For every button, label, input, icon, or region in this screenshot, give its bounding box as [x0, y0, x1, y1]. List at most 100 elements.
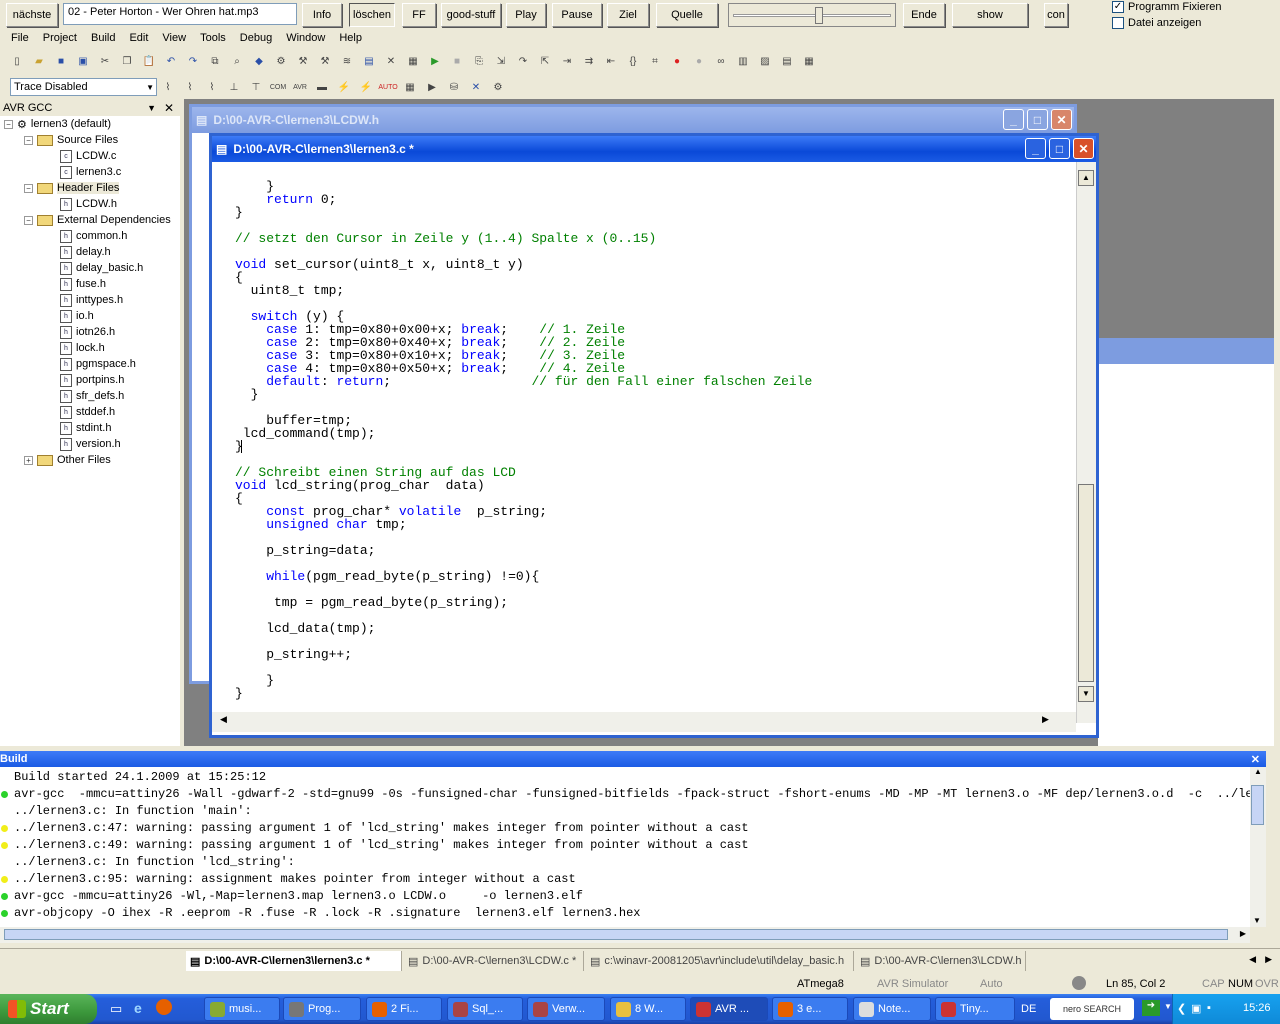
- network-icon[interactable]: ▣: [1191, 1002, 1201, 1015]
- scroll-up-icon[interactable]: ▲: [1078, 170, 1094, 186]
- con-button[interactable]: con: [1044, 3, 1068, 27]
- close-button[interactable]: ✕: [1073, 138, 1094, 159]
- scroll-right-icon[interactable]: ▶: [1042, 714, 1056, 728]
- source-button[interactable]: Quelle: [656, 3, 718, 27]
- run-icon[interactable]: ▶: [427, 53, 443, 69]
- avr-icon[interactable]: AVR: [292, 79, 308, 95]
- scroll-right-icon[interactable]: ▶: [1240, 929, 1246, 938]
- save-icon[interactable]: ■: [53, 53, 69, 69]
- scroll-up-icon[interactable]: ▲: [1250, 767, 1266, 776]
- register-icon[interactable]: ▨: [757, 53, 773, 69]
- tabs-left-icon[interactable]: ◀: [1249, 954, 1256, 965]
- tree-file[interactable]: h delay.h: [60, 244, 111, 260]
- tree-file[interactable]: h stddef.h: [60, 404, 115, 420]
- show-desktop-icon[interactable]: ▭: [110, 1001, 122, 1017]
- menu-build[interactable]: Build: [84, 32, 122, 44]
- scrollbar-thumb[interactable]: [1078, 484, 1094, 682]
- tree-source-files[interactable]: − Source Files: [24, 132, 118, 148]
- scrollbar-thumb[interactable]: [1251, 785, 1264, 825]
- find-icon[interactable]: ⌕: [229, 53, 245, 69]
- tree-ext-deps[interactable]: − External Dependencies: [24, 212, 171, 228]
- play-button[interactable]: Play: [506, 3, 546, 27]
- paste-icon[interactable]: 📋: [141, 53, 157, 69]
- start-button[interactable]: Start: [0, 994, 97, 1024]
- menu-window[interactable]: Window: [279, 32, 332, 44]
- horizontal-scrollbar[interactable]: ◀ ▶: [212, 712, 1076, 732]
- trace-icon-4[interactable]: ⊥: [226, 79, 242, 95]
- tree-file[interactable]: c lernen3.c: [60, 164, 121, 180]
- close-icon[interactable]: ✕: [164, 101, 174, 115]
- vertical-scrollbar[interactable]: ▲ ▼: [1076, 162, 1096, 723]
- windows-icon[interactable]: ⧉: [207, 53, 223, 69]
- pause-button[interactable]: Pause: [552, 3, 602, 27]
- taskbar-item[interactable]: 3 e...: [772, 997, 848, 1021]
- tool2-icon[interactable]: ⚡: [358, 79, 374, 95]
- close-button[interactable]: ✕: [1051, 109, 1072, 130]
- step-out-icon[interactable]: ⇱: [537, 53, 553, 69]
- taskbar-item[interactable]: musi...: [204, 997, 280, 1021]
- code-area[interactable]: } return 0;} // setzt den Cursor in Zeile…: [235, 180, 812, 700]
- tree-file[interactable]: h lock.h: [60, 340, 105, 356]
- tree-file[interactable]: h sfr_defs.h: [60, 388, 124, 404]
- cut-icon[interactable]: ✂: [97, 53, 113, 69]
- trace-icon-1[interactable]: ⌇: [160, 79, 176, 95]
- show-next-icon[interactable]: ⇤: [603, 53, 619, 69]
- nero-search-box[interactable]: nero SEARCH: [1050, 998, 1134, 1020]
- language-indicator[interactable]: DE: [1021, 1003, 1036, 1015]
- clear-breakpoints-icon[interactable]: ●: [691, 53, 707, 69]
- copy-icon[interactable]: ❐: [119, 53, 135, 69]
- step-into-icon[interactable]: ⇲: [493, 53, 509, 69]
- com-icon[interactable]: COM: [270, 79, 286, 95]
- tree-file[interactable]: h LCDW.h: [60, 196, 117, 212]
- watch-icon[interactable]: ▥: [735, 53, 751, 69]
- tool-icon[interactable]: ⚡: [336, 79, 352, 95]
- scroll-left-icon[interactable]: ◀: [220, 714, 234, 728]
- auto-icon[interactable]: AUTO: [378, 79, 397, 95]
- tab-delay-basic-h[interactable]: ▤ c:\winavr-20081205\avr\include\util\del…: [586, 951, 854, 971]
- tree-file[interactable]: h inttypes.h: [60, 292, 123, 308]
- open-icon[interactable]: ▰: [31, 53, 47, 69]
- taskbar-item[interactable]: AVR ...: [690, 997, 768, 1021]
- scroll-down-icon[interactable]: ▼: [1078, 686, 1094, 702]
- tree-file[interactable]: h stdint.h: [60, 420, 111, 436]
- tree-file[interactable]: h pgmspace.h: [60, 356, 136, 372]
- menu-help[interactable]: Help: [332, 32, 369, 44]
- step-over-icon[interactable]: ↷: [515, 53, 531, 69]
- taskbar-item[interactable]: 8 W...: [610, 997, 686, 1021]
- new-file-icon[interactable]: ▯: [9, 53, 25, 69]
- slider-thumb[interactable]: [815, 7, 823, 24]
- rebuild-icon[interactable]: ⚒: [317, 53, 333, 69]
- collapse-icon[interactable]: −: [24, 135, 33, 145]
- ie-icon[interactable]: e: [134, 1000, 142, 1016]
- taskbar-item[interactable]: Verw...: [527, 997, 605, 1021]
- tree-project[interactable]: − ⚙ lernen3 (default): [4, 116, 111, 132]
- tree-other-files[interactable]: + Other Files: [24, 452, 111, 468]
- breakpoint-icon[interactable]: ●: [669, 53, 685, 69]
- fix-program-checkbox[interactable]: ✓ Programm Fixieren: [1112, 1, 1222, 13]
- editor[interactable]: } return 0;} // setzt den Cursor in Zeile…: [212, 162, 1076, 708]
- taskbar-item[interactable]: Note...: [853, 997, 931, 1021]
- quickwatch-icon[interactable]: ∞: [713, 53, 729, 69]
- auto-step-icon[interactable]: ⇉: [581, 53, 597, 69]
- close-icon[interactable]: ✕: [1251, 753, 1260, 766]
- gear-icon[interactable]: ⚙: [490, 79, 506, 95]
- forward-icon[interactable]: ▶: [424, 79, 440, 95]
- delete-button[interactable]: löschen: [349, 3, 395, 27]
- board-icon[interactable]: ▬: [314, 79, 330, 95]
- good-stuff-button[interactable]: good-stuff: [441, 3, 501, 27]
- tab-lcdw-c[interactable]: ▤ D:\00-AVR-C\lernen3\LCDW.c *: [404, 951, 584, 971]
- undo-icon[interactable]: ↶: [163, 53, 179, 69]
- save-all-icon[interactable]: ▣: [75, 53, 91, 69]
- menu-project[interactable]: Project: [36, 32, 84, 44]
- tree-file[interactable]: h iotn26.h: [60, 324, 115, 340]
- clean-icon[interactable]: ≋: [339, 53, 355, 69]
- tree-file[interactable]: h fuse.h: [60, 276, 106, 292]
- minimize-button[interactable]: _: [1003, 109, 1024, 130]
- chevron-down-icon[interactable]: ▼: [1164, 1002, 1172, 1011]
- taskbar-item[interactable]: Sql_...: [447, 997, 523, 1021]
- expand-icon[interactable]: +: [24, 455, 33, 465]
- tabs-right-icon[interactable]: ▶: [1265, 954, 1272, 965]
- build-hscrollbar[interactable]: ▶: [0, 927, 1250, 943]
- braces-icon[interactable]: {}: [625, 53, 641, 69]
- next-button[interactable]: nächste: [6, 3, 58, 27]
